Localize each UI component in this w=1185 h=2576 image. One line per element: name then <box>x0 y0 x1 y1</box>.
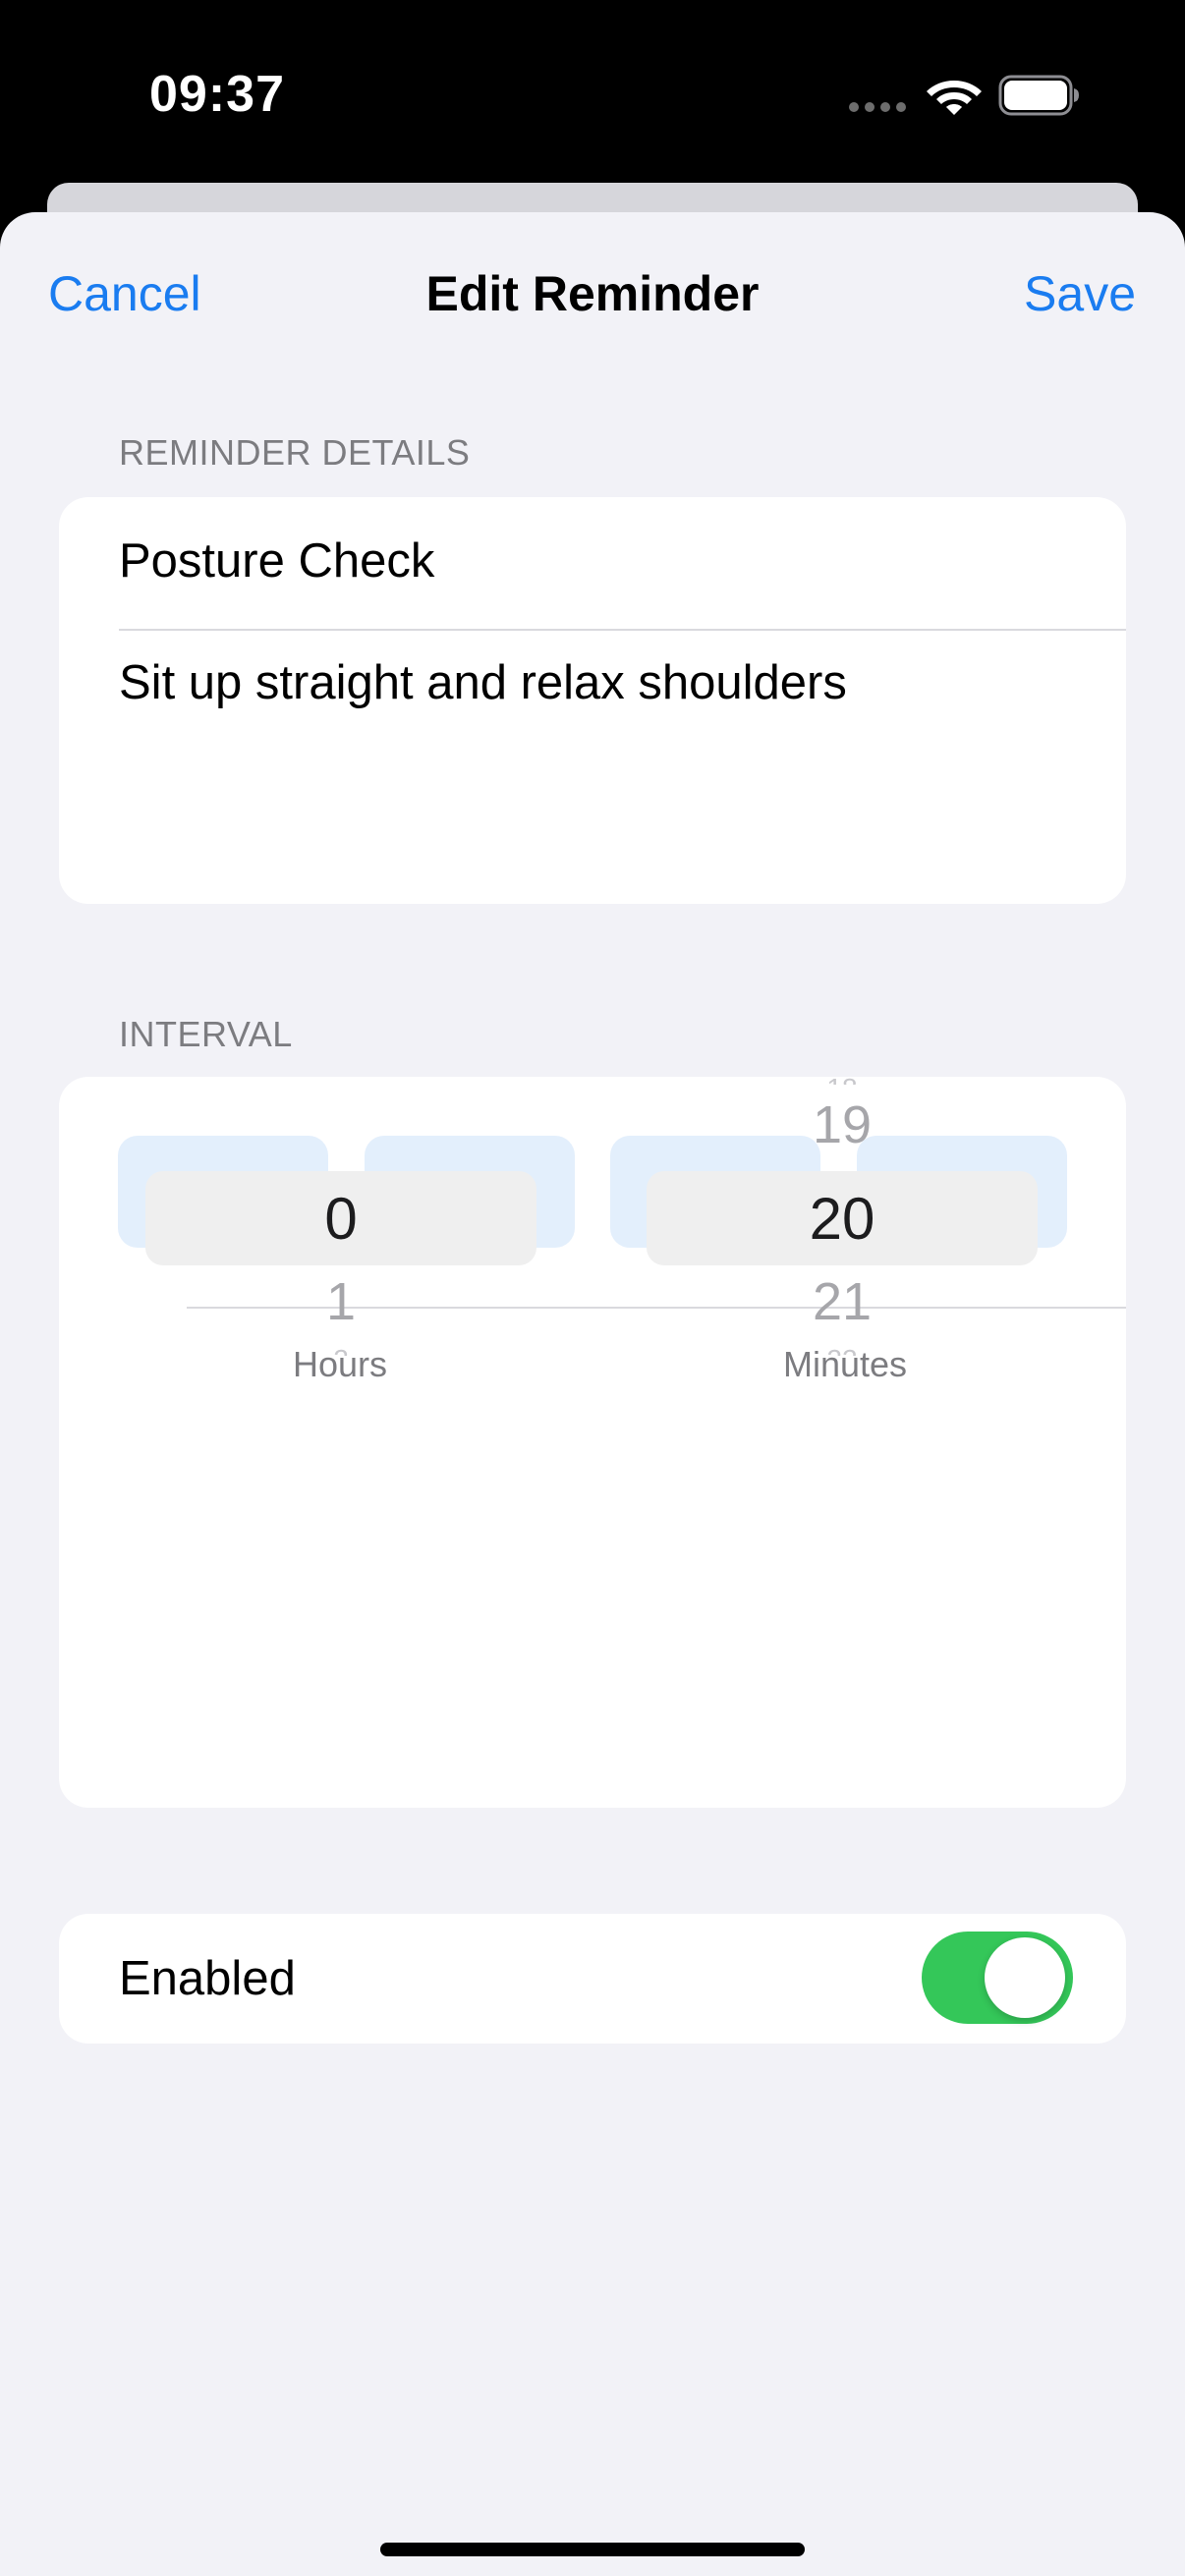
hours-next-value: 1 <box>325 1272 357 1331</box>
enabled-row: Enabled <box>59 1914 1126 2044</box>
minutes-prev-value: 19 <box>812 1095 873 1154</box>
title-field[interactable] <box>119 527 1062 595</box>
page-title: Edit Reminder <box>425 266 760 321</box>
interval-header: INTERVAL <box>119 1014 293 1054</box>
battery-icon <box>998 75 1079 116</box>
save-button[interactable]: Save <box>1024 265 1136 322</box>
reminder-details-header: REMINDER DETAILS <box>119 432 471 473</box>
minutes-next-value: 21 <box>812 1272 873 1331</box>
status-time: 09:37 <box>149 66 285 123</box>
wifi-icon <box>927 81 982 115</box>
enabled-label: Enabled <box>119 1952 296 2005</box>
cellular-signal-icon <box>849 102 906 112</box>
minutes-selected-value: 20 <box>809 1186 875 1252</box>
enabled-toggle[interactable] <box>922 1932 1073 2024</box>
minutes-far-below-value: 22 <box>647 1344 1038 1356</box>
minutes-far-above-value: 18 <box>647 1077 1038 1085</box>
notes-field[interactable]: Sit up straight and relax shoulders <box>119 654 1092 870</box>
status-bar: 09:37 <box>0 0 1185 183</box>
divider <box>119 629 1126 631</box>
reminder-details-card: Sit up straight and relax shoulders <box>59 497 1126 904</box>
edit-reminder-sheet: Cancel Edit Reminder Save REMINDER DETAI… <box>0 212 1185 2576</box>
interval-card: 5m 20m 1h 4h Hours Minutes 0 1 2 18 19 2… <box>59 1077 1126 1808</box>
hours-far-value: 2 <box>145 1344 536 1356</box>
toggle-knob <box>985 1937 1065 2018</box>
home-indicator <box>380 2543 805 2556</box>
hours-selected-value: 0 <box>324 1186 358 1252</box>
